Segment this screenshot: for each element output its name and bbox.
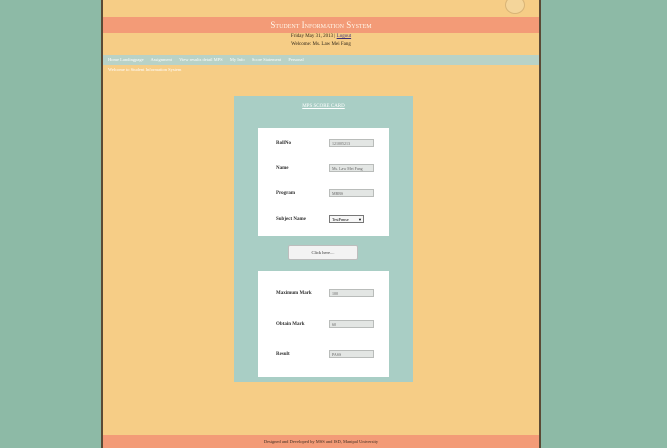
nav-item-results[interactable]: View results detail MPS (179, 57, 223, 62)
main-page: Student Information System Friday May 31… (101, 0, 541, 448)
rollno-label: RollNo (276, 141, 291, 146)
nav-item-personal[interactable]: Personal (288, 57, 304, 62)
nav-item-myinfo[interactable]: My Info (230, 57, 245, 62)
program-label: Program (276, 191, 296, 196)
result-label: Result (276, 352, 290, 357)
breadcrumb: Home Landingpage Assignment View results… (103, 55, 539, 65)
obtain-mark-label: Obtain Mark (276, 322, 305, 327)
top-strip (103, 0, 539, 17)
nav-item-assignment[interactable]: Assignment (151, 57, 173, 62)
click-here-button[interactable]: Click here.... (288, 245, 358, 260)
university-logo-icon (505, 0, 525, 14)
name-label: Name (276, 166, 289, 171)
score-card: MPS SCORE CARD RollNo 121005213 Name Ms.… (234, 96, 413, 382)
result-field[interactable]: PASS (329, 350, 374, 358)
page-title: Student Information System (103, 17, 539, 33)
footer: Designed and Developed by MSS and ISD, M… (103, 435, 539, 448)
student-details-panel: RollNo 121005213 Name Ms. Law Mei Fang P… (258, 128, 389, 236)
nav-item-home[interactable]: Home Landingpage (108, 57, 144, 62)
score-card-title[interactable]: MPS SCORE CARD (234, 104, 413, 109)
welcome-text: Welcome: Ms. Law Mei Fang (291, 42, 351, 47)
chevron-down-icon: ▼ (358, 217, 362, 222)
subject-select-value: TestPrmse (332, 217, 349, 222)
subject-label: Subject Name (276, 217, 306, 222)
nav-item-score[interactable]: Score Statement (252, 57, 281, 62)
welcome-note: Welcome to Student Information System (108, 67, 182, 72)
marks-panel: Maximum Mark 100 Obtain Mark 60 Result P… (258, 271, 389, 377)
rollno-field[interactable]: 121005213 (329, 139, 374, 147)
user-info: Friday May 31, 2013 | Logout Welcome: Ms… (103, 33, 539, 53)
obtain-mark-field[interactable]: 60 (329, 320, 374, 328)
date-text: Friday May 31, 2013 (290, 34, 334, 39)
max-mark-label: Maximum Mark (276, 291, 312, 296)
logout-link[interactable]: Logout (337, 34, 351, 39)
max-mark-field[interactable]: 100 (329, 289, 374, 297)
program-field[interactable]: MBBS (329, 189, 374, 197)
name-field[interactable]: Ms. Law Mei Fang (329, 164, 374, 172)
date-line: Friday May 31, 2013 | Logout (103, 33, 539, 41)
subject-select[interactable]: TestPrmse ▼ (329, 215, 364, 223)
